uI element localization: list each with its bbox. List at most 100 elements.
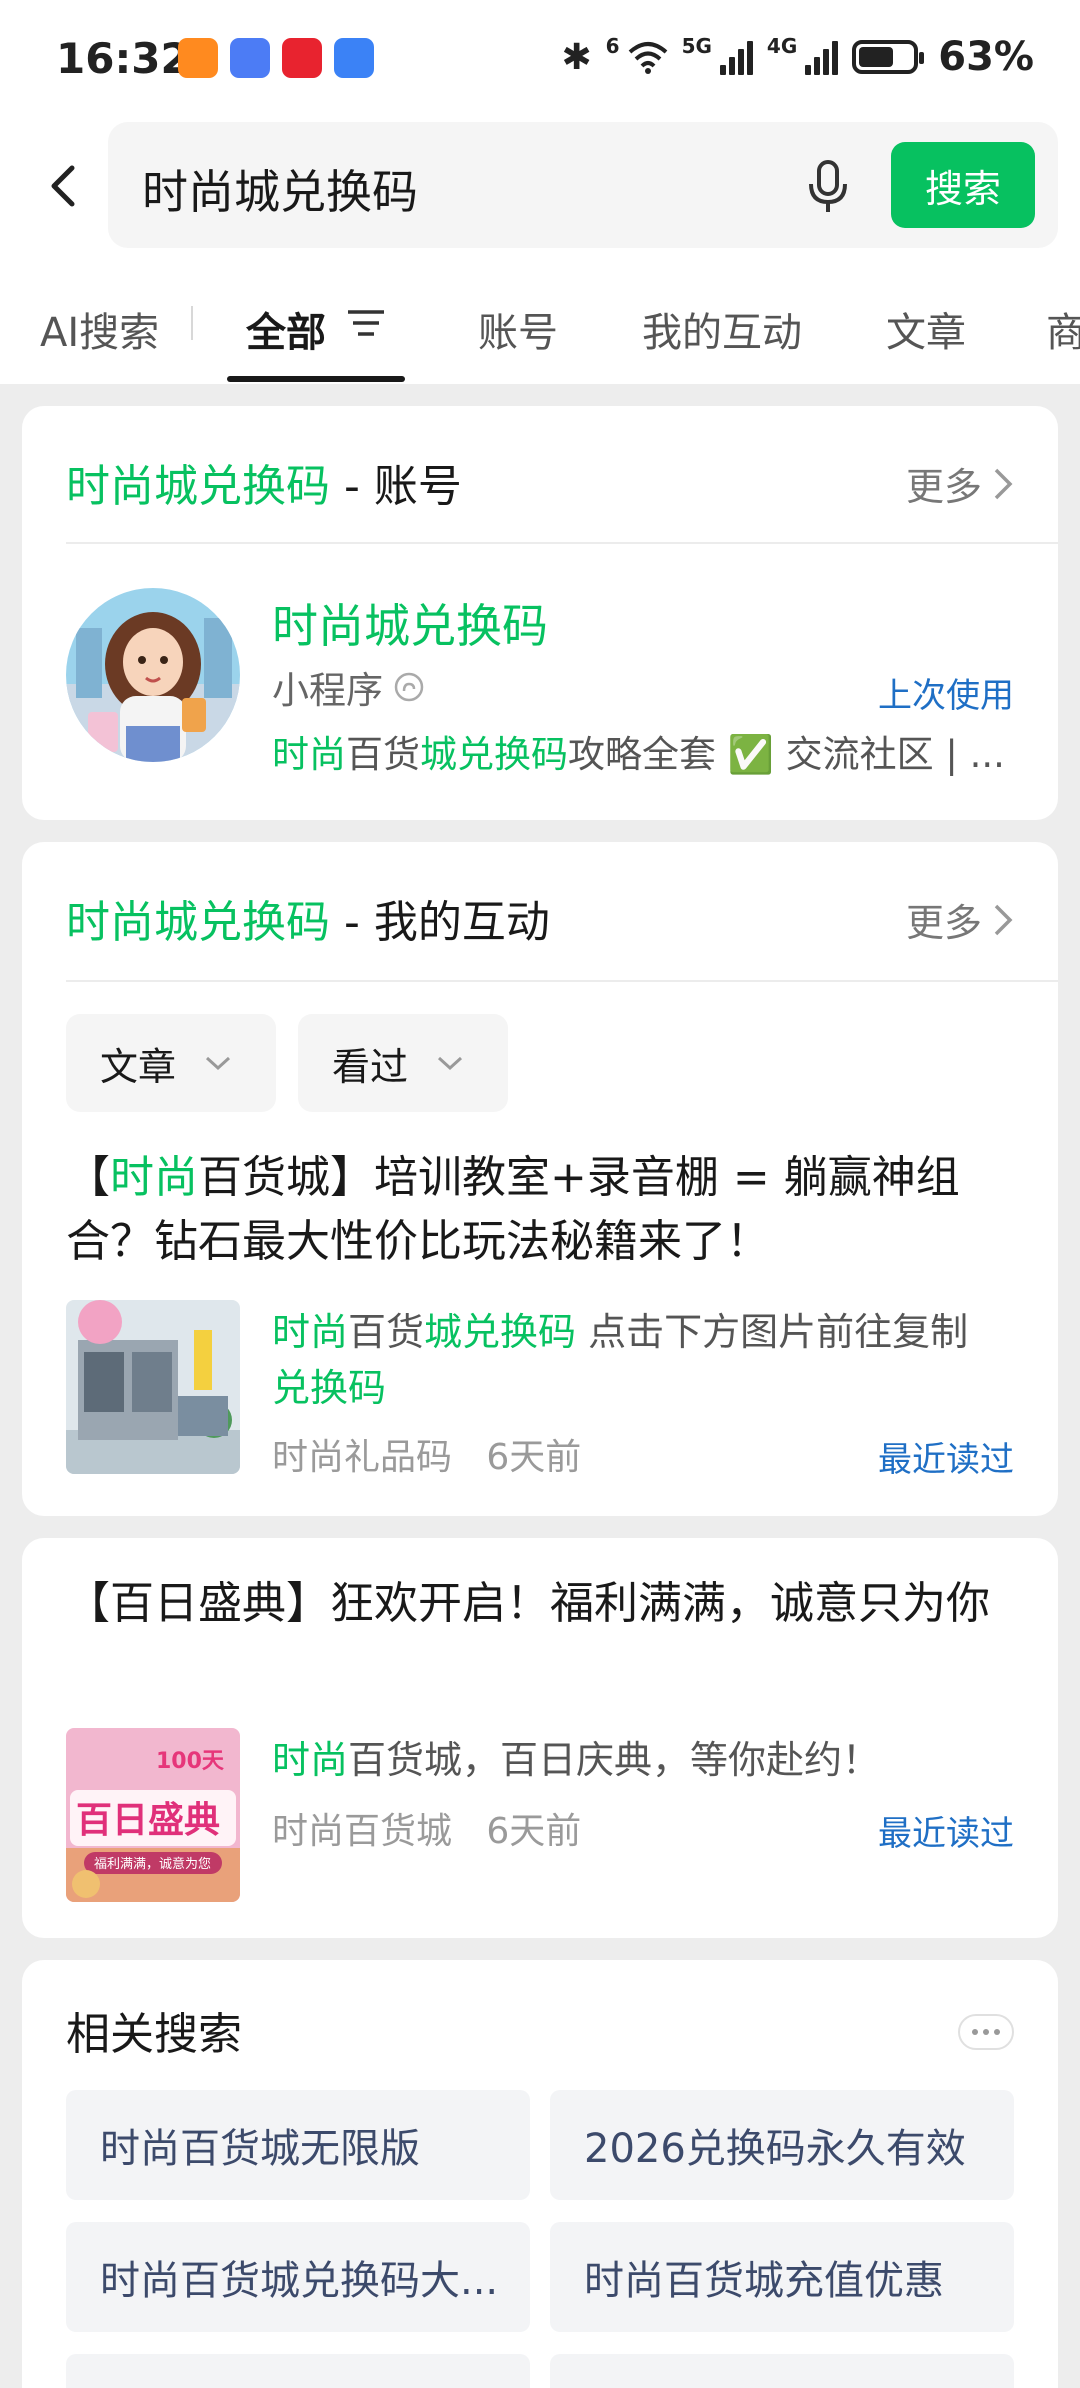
- interaction-card: 时尚城兑换码 - 我的互动 更多 文章 看过 【时尚百货城】培训教室+录音棚 =…: [22, 842, 1058, 1516]
- network-4g-label: 4G: [766, 34, 798, 58]
- search-button[interactable]: 搜索: [891, 142, 1035, 228]
- signal-icon-2: [805, 39, 839, 75]
- filter-label: 看过: [332, 1044, 409, 1089]
- divider: [66, 980, 1058, 982]
- article-thumbnail[interactable]: [66, 1300, 240, 1474]
- article-time: 6天前: [486, 1437, 582, 1478]
- desc-text: 百货: [346, 733, 420, 776]
- thumb-title: 百日盛典: [76, 1800, 220, 1841]
- related-search-item[interactable]: 时尚百货城充值优惠: [550, 2222, 1014, 2332]
- desc-highlight: 时尚: [272, 733, 346, 776]
- chevron-down-icon: [206, 1056, 231, 1071]
- article-card-2: 【百日盛典】狂欢开启！福利满满，诚意只为你 100天 百日盛典 福利满满，诚意为…: [22, 1538, 1058, 1938]
- signal-icon: [719, 39, 753, 75]
- chevron-right-icon: [994, 904, 1013, 935]
- wifi-tag: 6: [605, 34, 620, 58]
- desc-text: 百货城，百日庆典，等你赴约！: [348, 1738, 881, 1782]
- related-search-item-partial[interactable]: [550, 2354, 1014, 2388]
- article-meta: 时尚礼品码 6天前: [272, 1428, 581, 1480]
- account-more-link[interactable]: 更多: [906, 456, 1014, 511]
- related-searches-card: 相关搜索 时尚百货城无限版 2026兑换码永久有效 时尚百货城兑换码大... 时…: [22, 1960, 1058, 2388]
- search-input[interactable]: 时尚城兑换码 搜索: [108, 122, 1058, 248]
- battery-icon: [852, 40, 925, 74]
- filter-label: 文章: [100, 1044, 177, 1089]
- network-5g-label: 5G: [681, 34, 712, 58]
- search-query[interactable]: 时尚城兑换码: [142, 156, 418, 222]
- account-type: 小程序: [272, 660, 425, 714]
- chevron-right-icon: [994, 468, 1013, 499]
- desc-text: 点击下方图片前往复制: [576, 1310, 969, 1354]
- filter-viewed-dropdown[interactable]: 看过: [298, 1014, 508, 1112]
- tab-shop[interactable]: 商: [1046, 300, 1080, 358]
- account-name[interactable]: 时尚城兑换码: [272, 590, 548, 656]
- status-time: 16:32: [56, 34, 190, 83]
- red-app-icon: [282, 38, 322, 78]
- title-keyword: 时尚城兑换码: [66, 461, 330, 512]
- status-right: ✱ 6 5G 4G 63%: [561, 34, 1034, 80]
- desc-highlight: 城兑换码: [424, 1310, 577, 1354]
- title-highlight: 时尚: [110, 1152, 198, 1203]
- article-source: 时尚礼品码: [272, 1437, 453, 1478]
- account-section-title: 时尚城兑换码 - 账号: [66, 450, 462, 514]
- article-meta: 时尚百货城 6天前: [272, 1802, 581, 1854]
- article-description: 时尚百货城兑换码 点击下方图片前往复制兑换码: [272, 1304, 1032, 1416]
- microphone-icon[interactable]: [796, 154, 860, 218]
- related-search-item[interactable]: 时尚百货城兑换码大...: [66, 2222, 530, 2332]
- desc-highlight: 城兑换码: [420, 733, 568, 776]
- chevron-down-icon: [438, 1056, 463, 1071]
- desc-highlight: 时尚: [272, 1310, 349, 1354]
- wifi-icon: [628, 42, 667, 74]
- article-thumbnail[interactable]: 100天 百日盛典 福利满满，诚意为您: [66, 1728, 240, 1902]
- back-arrow-icon[interactable]: [36, 156, 96, 216]
- article-time: 6天前: [486, 1811, 582, 1852]
- related-search-item-partial[interactable]: [66, 2354, 530, 2388]
- article-description: 时尚百货城，百日庆典，等你赴约！: [272, 1732, 1032, 1788]
- account-avatar[interactable]: [66, 588, 240, 762]
- mini-program-icon: [394, 672, 424, 702]
- tab-article[interactable]: 文章: [886, 300, 966, 358]
- desc-highlight: 兑换码: [272, 1366, 387, 1410]
- account-type-label: 小程序: [272, 669, 383, 712]
- blue-app-icon: [334, 38, 374, 78]
- interaction-section-title: 时尚城兑换码 - 我的互动: [66, 886, 550, 950]
- filter-article-dropdown[interactable]: 文章: [66, 1014, 276, 1112]
- related-searches-title: 相关搜索: [66, 2009, 242, 2060]
- related-search-item[interactable]: 2026兑换码永久有效: [550, 2090, 1014, 2200]
- desc-text: 攻略全套 ✅ 交流社区 | ...: [568, 733, 1005, 776]
- title-suffix: - 我的互动: [330, 897, 550, 948]
- title-text: 【: [66, 1152, 110, 1203]
- title-keyword: 时尚城兑换码: [66, 897, 330, 948]
- read-status: 最近读过: [878, 1814, 1014, 1854]
- divider: [66, 542, 1058, 544]
- battery-percent: 63%: [938, 34, 1034, 80]
- filter-icon[interactable]: [346, 308, 386, 338]
- tab-bar: AI搜索 全部 账号 我的互动 文章 商: [0, 260, 1080, 384]
- tab-my-interaction[interactable]: 我的互动: [642, 300, 802, 358]
- search-header: 时尚城兑换码 搜索: [0, 120, 1080, 260]
- tab-account[interactable]: 账号: [478, 300, 558, 358]
- related-search-item[interactable]: 时尚百货城无限版: [66, 2090, 530, 2200]
- tab-divider: [191, 306, 193, 340]
- thumb-badge: 100天: [156, 1749, 225, 1774]
- more-label: 更多: [905, 465, 982, 509]
- tab-all[interactable]: 全部: [246, 300, 326, 358]
- account-description: 时尚百货城兑换码攻略全套 ✅ 交流社区 | ...: [272, 724, 1012, 778]
- status-bar: 16:32 ✱ 6 5G 4G 63%: [0, 0, 1080, 120]
- active-tab-indicator: [227, 376, 405, 382]
- article-title[interactable]: 【百日盛典】狂欢开启！福利满满，诚意只为你: [66, 1572, 1026, 1636]
- article-title[interactable]: 【时尚百货城】培训教室+录音棚 = 躺赢神组合？钻石最大性价比玩法秘籍来了！: [66, 1146, 1026, 1274]
- bluetooth-icon: ✱: [561, 36, 592, 78]
- thumb-caption: 福利满满，诚意为您: [94, 1856, 211, 1872]
- more-options-icon[interactable]: [958, 2014, 1014, 2050]
- more-label: 更多: [905, 901, 982, 945]
- notification-app-icon: [178, 38, 218, 78]
- last-used-label: 上次使用: [878, 676, 1014, 716]
- desc-text: 百货: [348, 1310, 425, 1354]
- interaction-more-link[interactable]: 更多: [906, 892, 1014, 947]
- title-suffix: - 账号: [330, 461, 462, 512]
- read-status: 最近读过: [878, 1440, 1014, 1480]
- desc-highlight: 时尚: [272, 1738, 349, 1782]
- tab-ai-search[interactable]: AI搜索: [40, 300, 159, 358]
- account-card: 时尚城兑换码 - 账号 更多 时尚城兑换码 小程序 上次使用 时尚百货城兑换码攻…: [22, 406, 1058, 820]
- music-app-icon: [230, 38, 270, 78]
